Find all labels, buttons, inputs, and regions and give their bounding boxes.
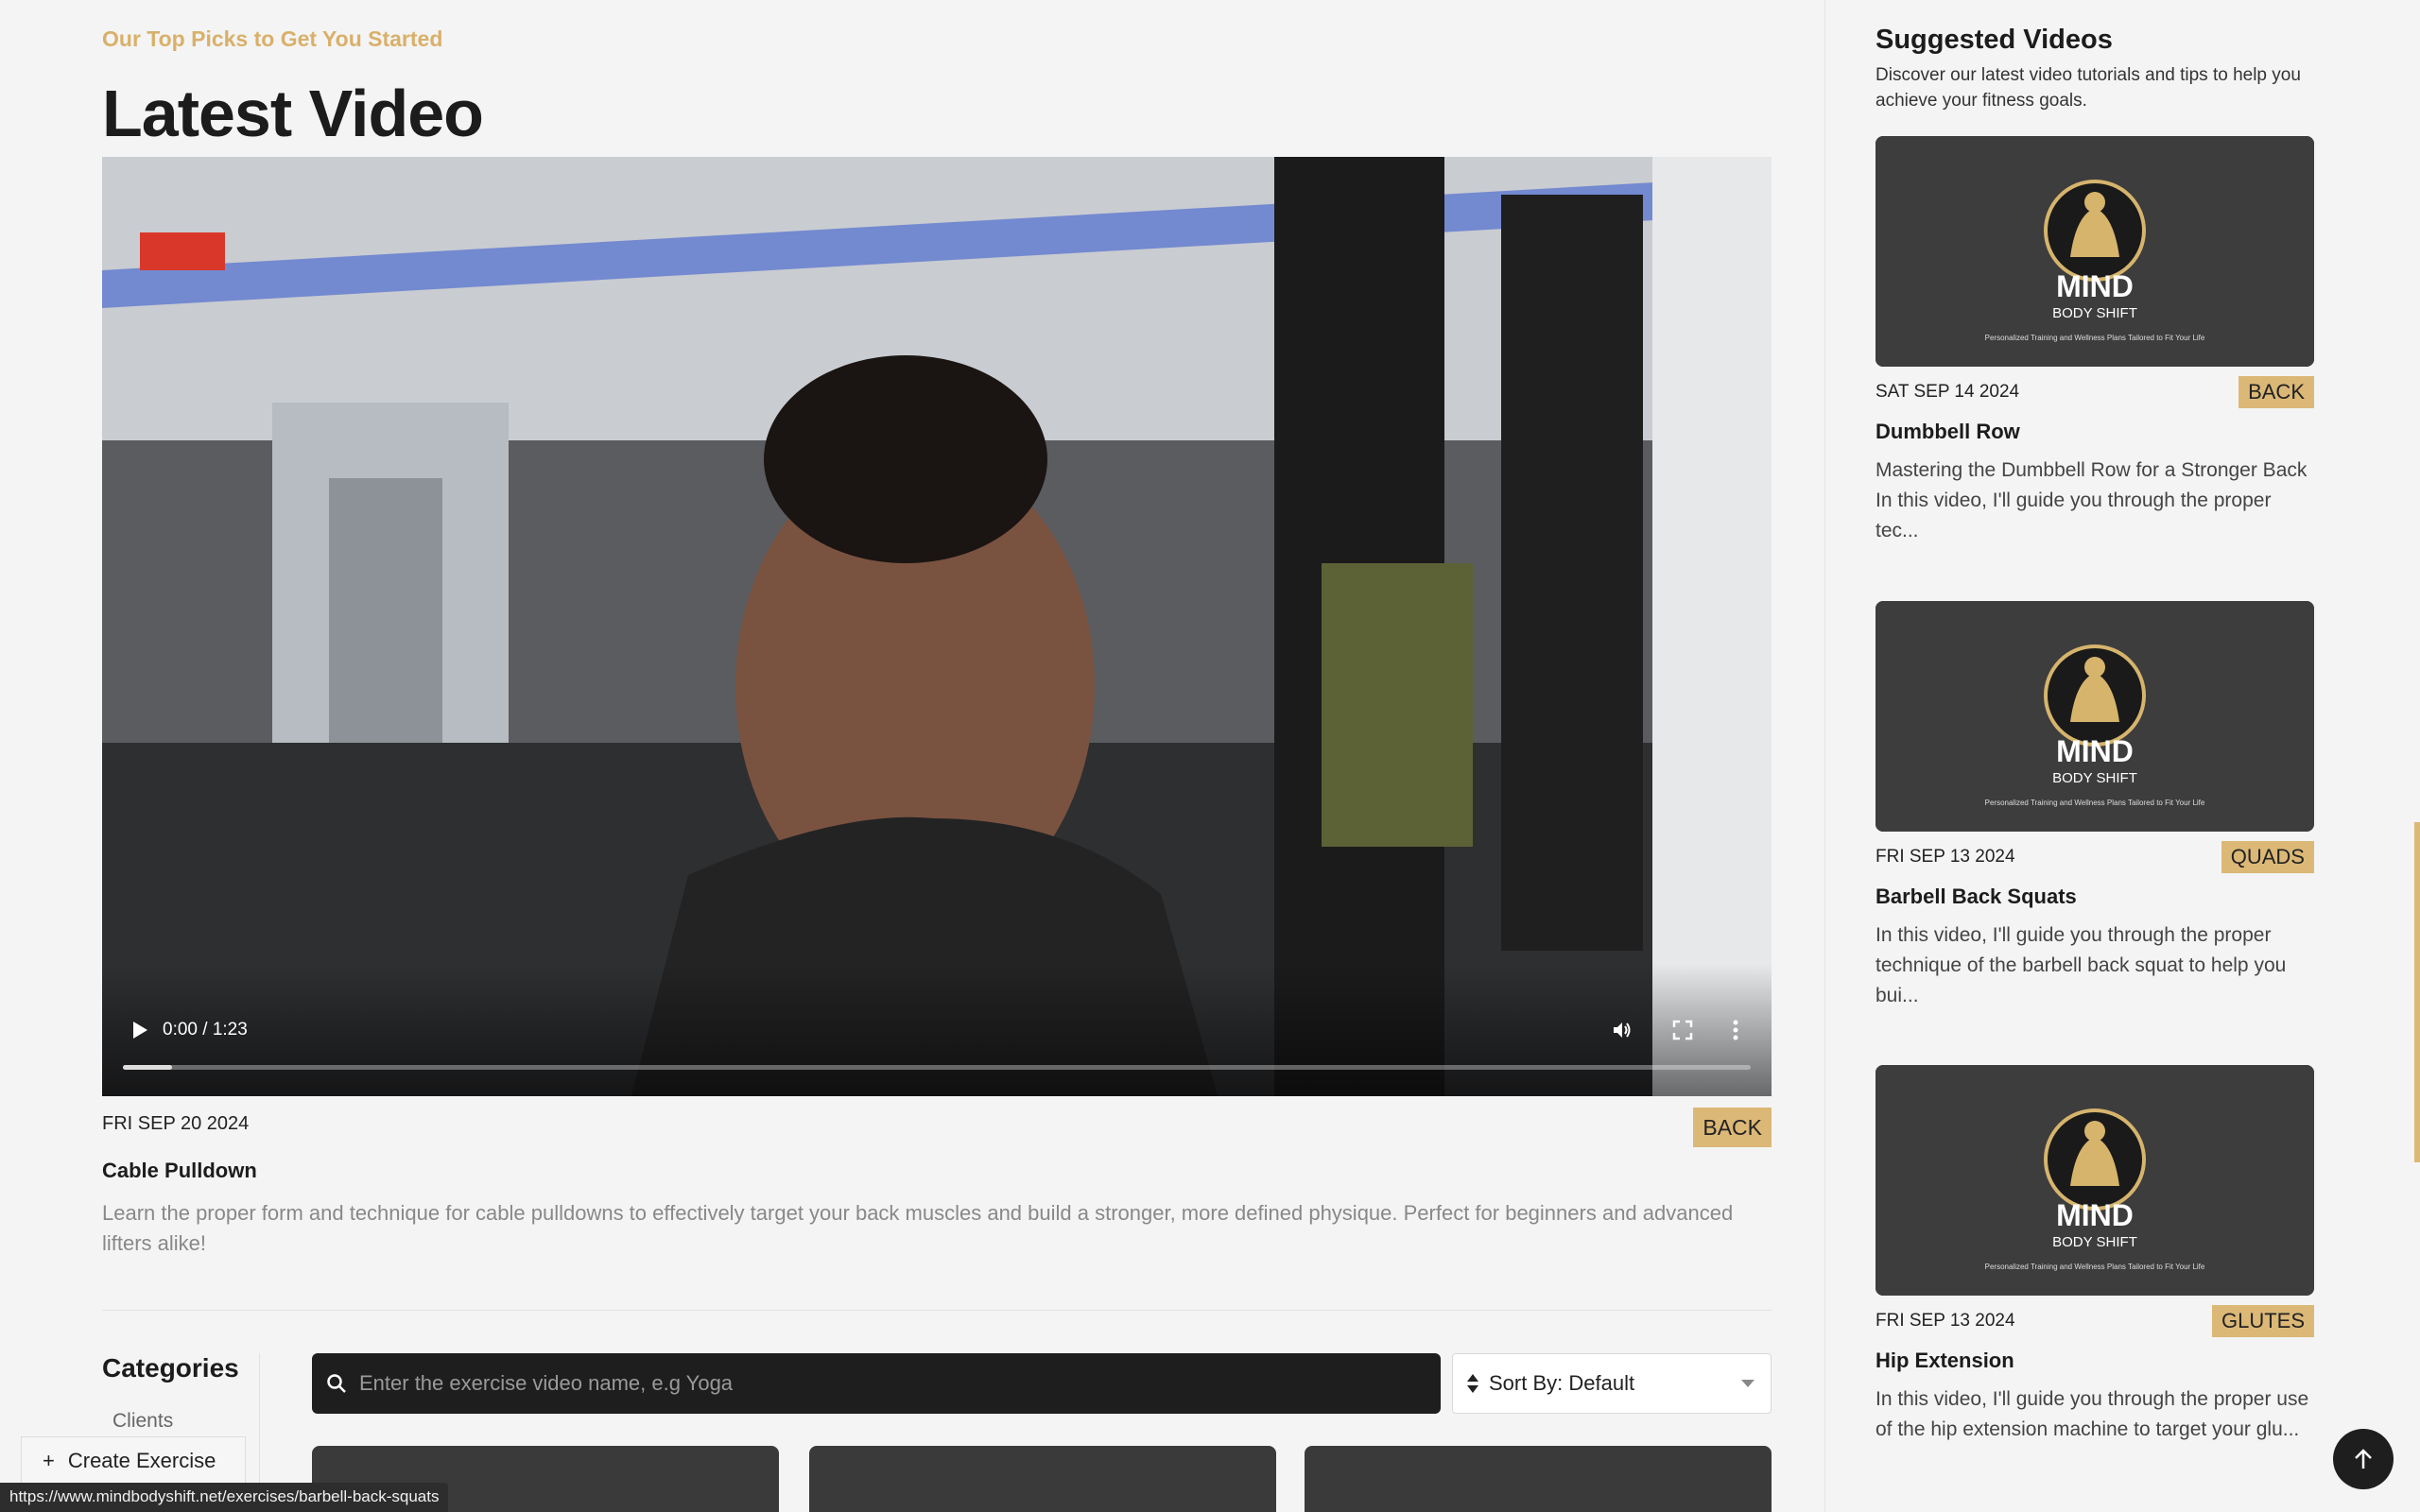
exercise-card[interactable] [809, 1446, 1276, 1512]
play-icon[interactable] [121, 1011, 159, 1049]
video-description: In this video, I'll guide you through th… [1876, 1388, 2309, 1440]
video-tag[interactable]: BACK [2238, 376, 2314, 408]
suggested-videos-description: Discover our latest video tutorials and … [1876, 65, 2301, 111]
video-player[interactable]: 0:00 / 1:23 [102, 157, 1772, 1096]
search-input[interactable] [359, 1371, 1441, 1396]
status-bar-url: https://www.mindbodyshift.net/exercises/… [0, 1483, 449, 1512]
mind-body-shift-logo: MIND BODY SHIFT Personalized Training an… [1876, 601, 2314, 832]
video-name[interactable]: Hip Extension [1876, 1349, 2314, 1373]
exercise-card[interactable] [1305, 1446, 1772, 1512]
create-exercise-button[interactable]: + Create Exercise [21, 1436, 246, 1486]
latest-video-name[interactable]: Cable Pulldown [102, 1159, 257, 1183]
thumbnail-tagline: Personalized Training and Wellness Plans… [1985, 334, 2205, 342]
arrow-up-icon [2355, 1449, 2372, 1469]
page-title: Latest Video [102, 77, 484, 150]
page-scrollbar[interactable] [2414, 822, 2420, 1162]
suggested-video-card[interactable]: MIND BODY SHIFT Personalized Training an… [1876, 136, 2314, 546]
thumbnail-tagline: Personalized Training and Wellness Plans… [1985, 1263, 2205, 1271]
volume-icon[interactable] [1605, 1013, 1639, 1047]
sort-icon [1467, 1374, 1478, 1393]
scroll-to-top-button[interactable] [2333, 1429, 2394, 1489]
video-name[interactable]: Barbell Back Squats [1876, 885, 2314, 909]
video-description: In this video, I'll guide you through th… [1876, 924, 2287, 1006]
plus-icon: + [43, 1449, 55, 1472]
sort-select[interactable]: Sort By: Default [1452, 1353, 1772, 1414]
thumbnail-brand-sub: BODY SHIFT [2052, 1234, 2137, 1250]
thumbnail-brand-word: MIND [2056, 734, 2134, 768]
video-frame [102, 157, 1772, 1096]
search-bar[interactable] [312, 1353, 1441, 1414]
latest-video-date: FRI SEP 20 2024 [102, 1113, 250, 1134]
search-icon [327, 1374, 346, 1393]
sort-label: Sort By: Default [1489, 1371, 1635, 1395]
suggested-videos-sidebar: Suggested Videos Discover our latest vid… [1824, 0, 2420, 1512]
suggested-video-card[interactable]: MIND BODY SHIFT Personalized Training an… [1876, 1065, 2314, 1445]
thumbnail-brand-sub: BODY SHIFT [2052, 770, 2137, 786]
create-exercise-label: Create Exercise [67, 1449, 216, 1472]
video-name[interactable]: Dumbbell Row [1876, 420, 2314, 444]
thumbnail-brand-word: MIND [2056, 269, 2134, 303]
video-date: SAT SEP 14 2024 [1876, 382, 2020, 402]
video-progress-bar[interactable] [123, 1065, 1751, 1070]
video-thumbnail[interactable]: MIND BODY SHIFT Personalized Training an… [1876, 1065, 2314, 1296]
video-date: FRI SEP 13 2024 [1876, 1311, 2015, 1331]
mind-body-shift-logo: MIND BODY SHIFT Personalized Training an… [1876, 1065, 2314, 1296]
thumbnail-tagline: Personalized Training and Wellness Plans… [1985, 799, 2205, 807]
latest-video-description: Learn the proper form and technique for … [102, 1201, 1734, 1255]
video-progress-fill [123, 1065, 172, 1070]
suggested-video-card[interactable]: MIND BODY SHIFT Personalized Training an… [1876, 601, 2314, 1011]
categories-title: Categories [102, 1353, 239, 1383]
video-tag[interactable]: QUADS [2221, 841, 2314, 873]
video-date: FRI SEP 13 2024 [1876, 847, 2015, 867]
chevron-down-icon [1741, 1380, 1754, 1387]
category-item-clients[interactable]: Clients [112, 1410, 173, 1433]
video-description: Mastering the Dumbbell Row for a Stronge… [1876, 459, 2308, 541]
thumbnail-brand-sub: BODY SHIFT [2052, 305, 2137, 321]
video-time: 0:00 / 1:23 [163, 1020, 248, 1040]
fullscreen-icon[interactable] [1666, 1013, 1700, 1047]
video-tag[interactable]: GLUTES [2211, 1305, 2314, 1337]
suggested-videos-title: Suggested Videos [1876, 25, 2113, 55]
latest-video-tag[interactable]: BACK [1693, 1108, 1772, 1147]
thumbnail-brand-word: MIND [2056, 1198, 2134, 1232]
video-thumbnail[interactable]: MIND BODY SHIFT Personalized Training an… [1876, 601, 2314, 832]
video-thumbnail[interactable]: MIND BODY SHIFT Personalized Training an… [1876, 136, 2314, 367]
more-vertical-icon[interactable] [1719, 1013, 1753, 1047]
mind-body-shift-logo: MIND BODY SHIFT Personalized Training an… [1876, 136, 2314, 367]
section-eyebrow: Our Top Picks to Get You Started [102, 26, 443, 51]
video-controls: 0:00 / 1:23 [102, 983, 1772, 1096]
section-divider [102, 1310, 1772, 1311]
